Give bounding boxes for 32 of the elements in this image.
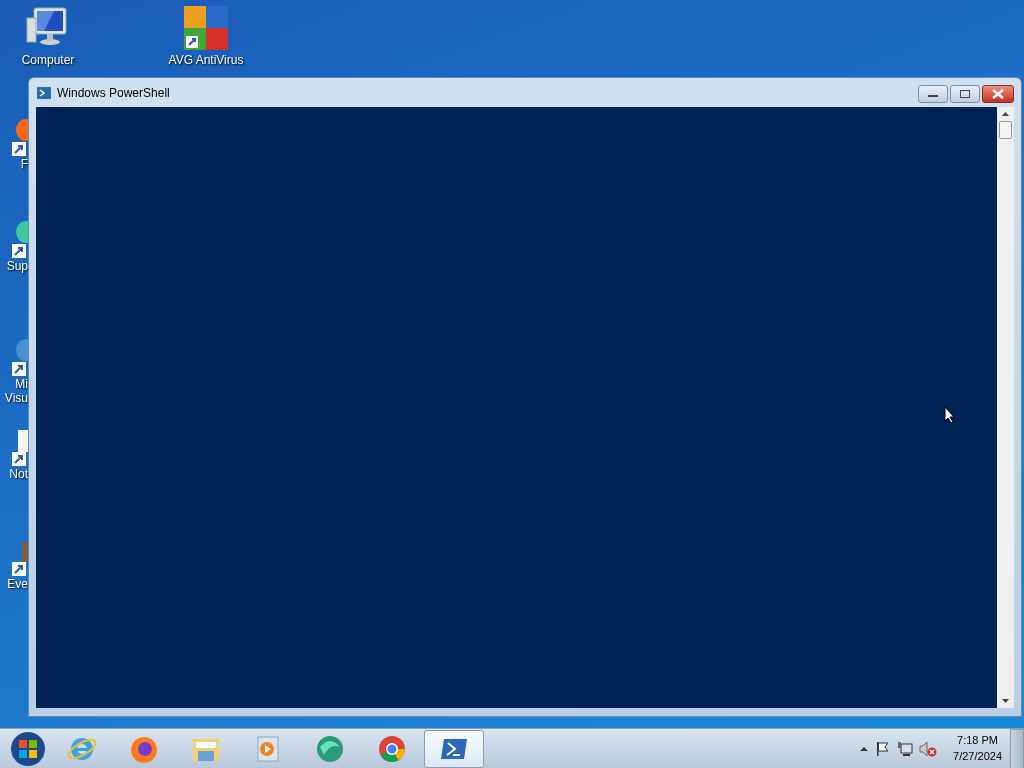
icon-label: Sup (6, 260, 28, 274)
scroll-thumb[interactable] (999, 121, 1012, 139)
windows-logo-icon (10, 730, 46, 767)
flag-icon[interactable] (875, 740, 892, 757)
clock[interactable]: 7:18 PM 7/27/2024 (953, 733, 1002, 764)
clock-date: 7/27/2024 (953, 748, 1002, 764)
icon-label: Mi (15, 378, 28, 392)
icon-label: F (20, 158, 28, 172)
maximize-button[interactable] (950, 85, 980, 103)
clock-time: 7:18 PM (957, 733, 998, 749)
shortcut-icon[interactable] (12, 118, 28, 158)
window-title: Windows PowerShell (57, 85, 170, 100)
colored-square-shortcut-icon[interactable] (182, 4, 230, 52)
icon-label: Eve (7, 578, 28, 592)
mouse-cursor-icon (944, 406, 956, 424)
close-button[interactable] (982, 85, 1014, 103)
taskbar-app-button[interactable] (424, 729, 484, 768)
icon-label: Not (9, 468, 28, 482)
muted-speaker-icon[interactable] (919, 740, 938, 757)
show-hidden-icons-icon[interactable] (859, 744, 870, 753)
shortcut-icon[interactable] (12, 428, 28, 468)
shortcut-icon[interactable] (12, 338, 28, 378)
powershell-icon (36, 84, 52, 101)
shortcut-icon[interactable] (12, 220, 28, 260)
icon-label: AVG AntiVirus (168, 54, 244, 68)
vertical-scrollbar[interactable] (997, 107, 1014, 708)
icon-label: Visu (4, 391, 28, 406)
icon-label: Computer (21, 54, 75, 68)
minimize-button[interactable] (918, 85, 948, 103)
network-icon[interactable] (897, 740, 914, 757)
maximize-icon (960, 90, 970, 98)
close-icon (992, 89, 1004, 99)
